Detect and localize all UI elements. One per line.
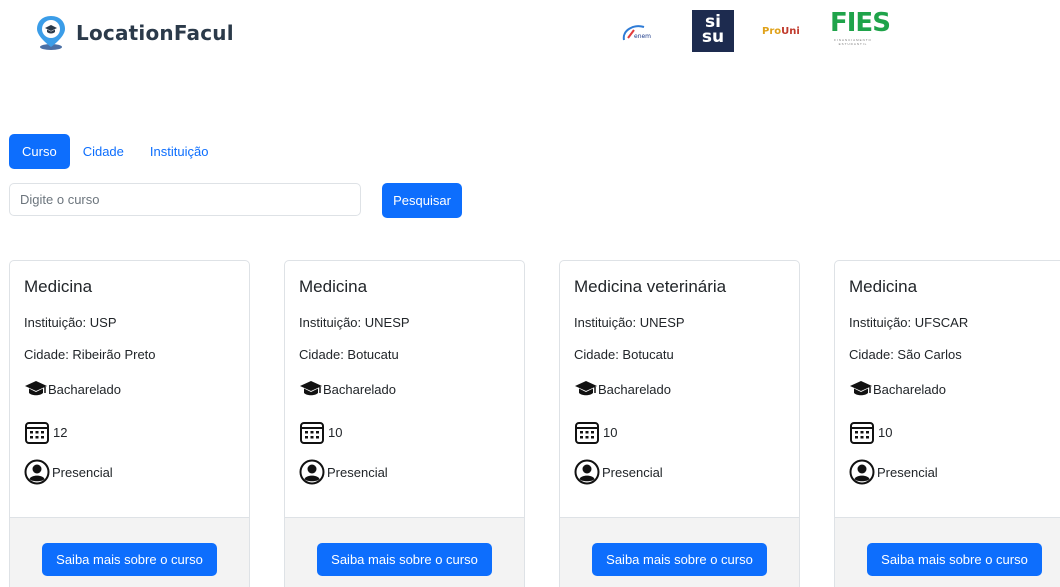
course-degree: Bacharelado [299,377,396,401]
tab-curso[interactable]: Curso [9,134,70,169]
course-details-button[interactable]: Saiba mais sobre o curso [317,543,492,576]
course-degree-label: Bacharelado [598,381,671,397]
course-degree: Bacharelado [574,377,671,401]
graduation-cap-icon [575,381,597,396]
tab-cidade[interactable]: Cidade [70,134,137,169]
course-card: Medicina veterinária Instituição: UNESP … [559,260,800,587]
course-modality: Presencial [299,459,388,485]
card-footer: Saiba mais sobre o curso [10,517,249,587]
fies-logo: FIES FINANCIAMENTO ESTUDANTIL [830,8,891,46]
calendar-icon [850,422,874,444]
course-city: Cidade: Ribeirão Preto [24,347,156,362]
course-duration: 12 [24,419,67,445]
enem-swoosh-icon: enem [622,25,651,41]
fies-subtitle: FINANCIAMENTO ESTUDANTIL [834,38,872,46]
course-semesters: 10 [603,424,618,440]
course-institution: Instituição: UNESP [574,315,685,330]
tab-instituicao[interactable]: Instituição [137,134,222,169]
course-card: Medicina Instituição: USP Cidade: Ribeir… [9,260,250,587]
course-semesters: 12 [53,424,68,440]
calendar-icon [300,422,324,444]
course-semesters: 10 [878,424,893,440]
brand-name: LocationFacul [76,21,234,45]
course-title: Medicina [24,277,93,296]
course-degree: Bacharelado [849,377,946,401]
graduation-cap-icon [25,381,47,396]
person-circle-icon [849,459,875,485]
course-details-button[interactable]: Saiba mais sobre o curso [42,543,217,576]
course-institution: Instituição: UFSCAR [849,315,969,330]
course-duration: 10 [849,419,892,445]
card-footer: Saiba mais sobre o curso [285,517,524,587]
search-button[interactable]: Pesquisar [382,183,462,218]
course-title: Medicina veterinária [574,277,727,296]
course-degree: Bacharelado [24,377,121,401]
course-details-button[interactable]: Saiba mais sobre o curso [592,543,767,576]
course-degree-label: Bacharelado [873,381,946,397]
fies-word: FIES [830,8,891,38]
location-pin-icon [37,16,65,50]
course-card: Medicina Instituição: UNESP Cidade: Botu… [284,260,525,587]
calendar-icon [575,422,599,444]
prouni-logo: ProUni [762,26,800,37]
course-institution: Instituição: UNESP [299,315,410,330]
course-institution: Instituição: USP [24,315,117,330]
person-circle-icon [299,459,325,485]
sisu-logo: si su [692,10,734,52]
svg-text:enem: enem [634,33,651,40]
brand-logo[interactable]: LocationFacul [34,14,234,52]
course-card: Medicina Instituição: UFSCAR Cidade: São… [834,260,1060,587]
course-modality-label: Presencial [327,464,388,480]
graduation-cap-icon [300,381,322,396]
course-details-button[interactable]: Saiba mais sobre o curso [867,543,1042,576]
course-duration: 10 [299,419,342,445]
course-search-input[interactable] [9,183,361,216]
course-modality-label: Presencial [52,464,113,480]
prouni-part-a: Pro [762,26,782,37]
course-title: Medicina [299,277,368,296]
sisu-line-2: su [701,27,725,47]
course-city: Cidade: Botucatu [299,347,399,362]
graduation-cap-icon [850,381,872,396]
person-circle-icon [574,459,600,485]
card-footer: Saiba mais sobre o curso [560,517,799,587]
course-city: Cidade: Botucatu [574,347,674,362]
course-semesters: 10 [328,424,343,440]
course-modality-label: Presencial [602,464,663,480]
course-modality: Presencial [574,459,663,485]
course-modality: Presencial [849,459,938,485]
prouni-part-b: Uni [781,26,800,37]
course-duration: 10 [574,419,617,445]
course-degree-label: Bacharelado [323,381,396,397]
course-title: Medicina [849,277,918,296]
person-circle-icon [24,459,50,485]
course-modality: Presencial [24,459,113,485]
course-degree-label: Bacharelado [48,381,121,397]
card-footer: Saiba mais sobre o curso [835,517,1060,587]
course-modality-label: Presencial [877,464,938,480]
calendar-icon [25,422,49,444]
enem-logo: enem [620,22,660,44]
search-type-tabs: Curso Cidade Instituição [9,134,221,169]
course-city: Cidade: São Carlos [849,347,962,362]
